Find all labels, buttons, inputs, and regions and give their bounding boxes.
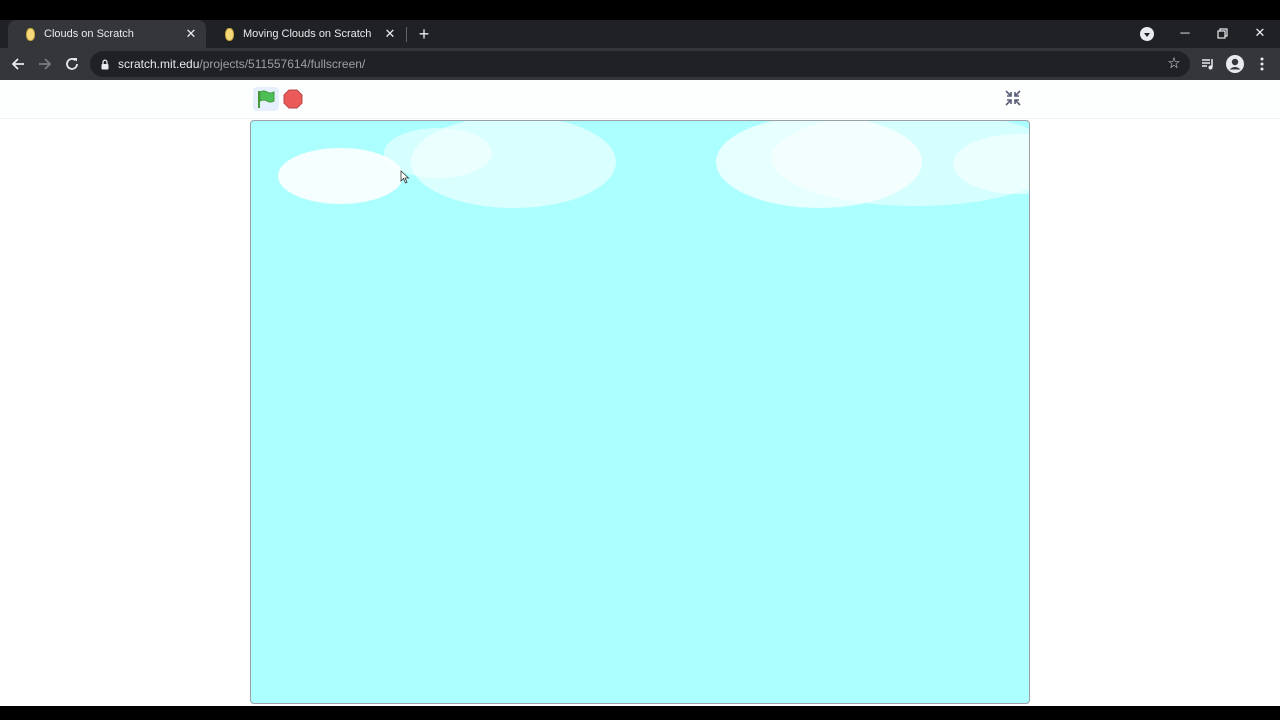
tab-clouds-on-scratch[interactable]: Clouds on Scratch ✕ <box>8 20 206 48</box>
tab-title: Moving Clouds on Scratch <box>243 28 372 40</box>
unfullscreen-icon[interactable] <box>1003 88 1023 108</box>
tab-title: Clouds on Scratch <box>44 28 134 40</box>
reload-icon[interactable] <box>60 52 84 76</box>
kebab-menu-icon[interactable] <box>1250 52 1274 76</box>
close-icon[interactable]: ✕ <box>184 20 198 48</box>
scratch-cat-icon <box>225 28 234 41</box>
plus-icon[interactable]: + <box>414 20 434 48</box>
bottom-letterbox <box>0 706 1280 720</box>
stop-sign-icon[interactable] <box>283 89 303 109</box>
minimize-icon[interactable]: ─ <box>1166 20 1204 48</box>
address-bar[interactable]: scratch.mit.edu/projects/511557614/fulls… <box>90 51 1190 77</box>
project-stage[interactable] <box>250 120 1030 704</box>
page-content <box>0 80 1280 706</box>
tab-divider <box>406 27 407 42</box>
tab-search-icon[interactable] <box>1140 27 1154 41</box>
tab-moving-clouds-on-scratch[interactable]: Moving Clouds on Scratch ✕ <box>207 20 405 48</box>
green-flag-icon[interactable] <box>253 87 279 111</box>
scratch-cat-icon <box>26 28 35 41</box>
screen: Clouds on Scratch ✕ Moving Clouds on Scr… <box>0 0 1280 720</box>
arrow-right-icon[interactable] <box>33 52 57 76</box>
profile-icon[interactable] <box>1223 52 1247 76</box>
arrow-left-icon[interactable] <box>6 52 30 76</box>
close-icon[interactable]: ✕ <box>1241 20 1279 48</box>
star-icon[interactable]: ☆ <box>1164 54 1184 74</box>
url-host: scratch.mit.edu <box>118 57 200 71</box>
restore-icon[interactable] <box>1203 20 1241 48</box>
browser-toolbar: scratch.mit.edu/projects/511557614/fulls… <box>0 48 1280 80</box>
tab-strip: Clouds on Scratch ✕ Moving Clouds on Scr… <box>0 20 1280 48</box>
mouse-cursor-icon <box>400 170 410 184</box>
url-text: scratch.mit.edu/projects/511557614/fulls… <box>118 51 365 77</box>
url-path: /projects/511557614/fullscreen/ <box>199 57 366 71</box>
player-controls-bar <box>0 80 1280 119</box>
lock-icon[interactable] <box>101 59 109 70</box>
media-control-icon[interactable] <box>1196 52 1220 76</box>
close-icon[interactable]: ✕ <box>383 20 397 48</box>
